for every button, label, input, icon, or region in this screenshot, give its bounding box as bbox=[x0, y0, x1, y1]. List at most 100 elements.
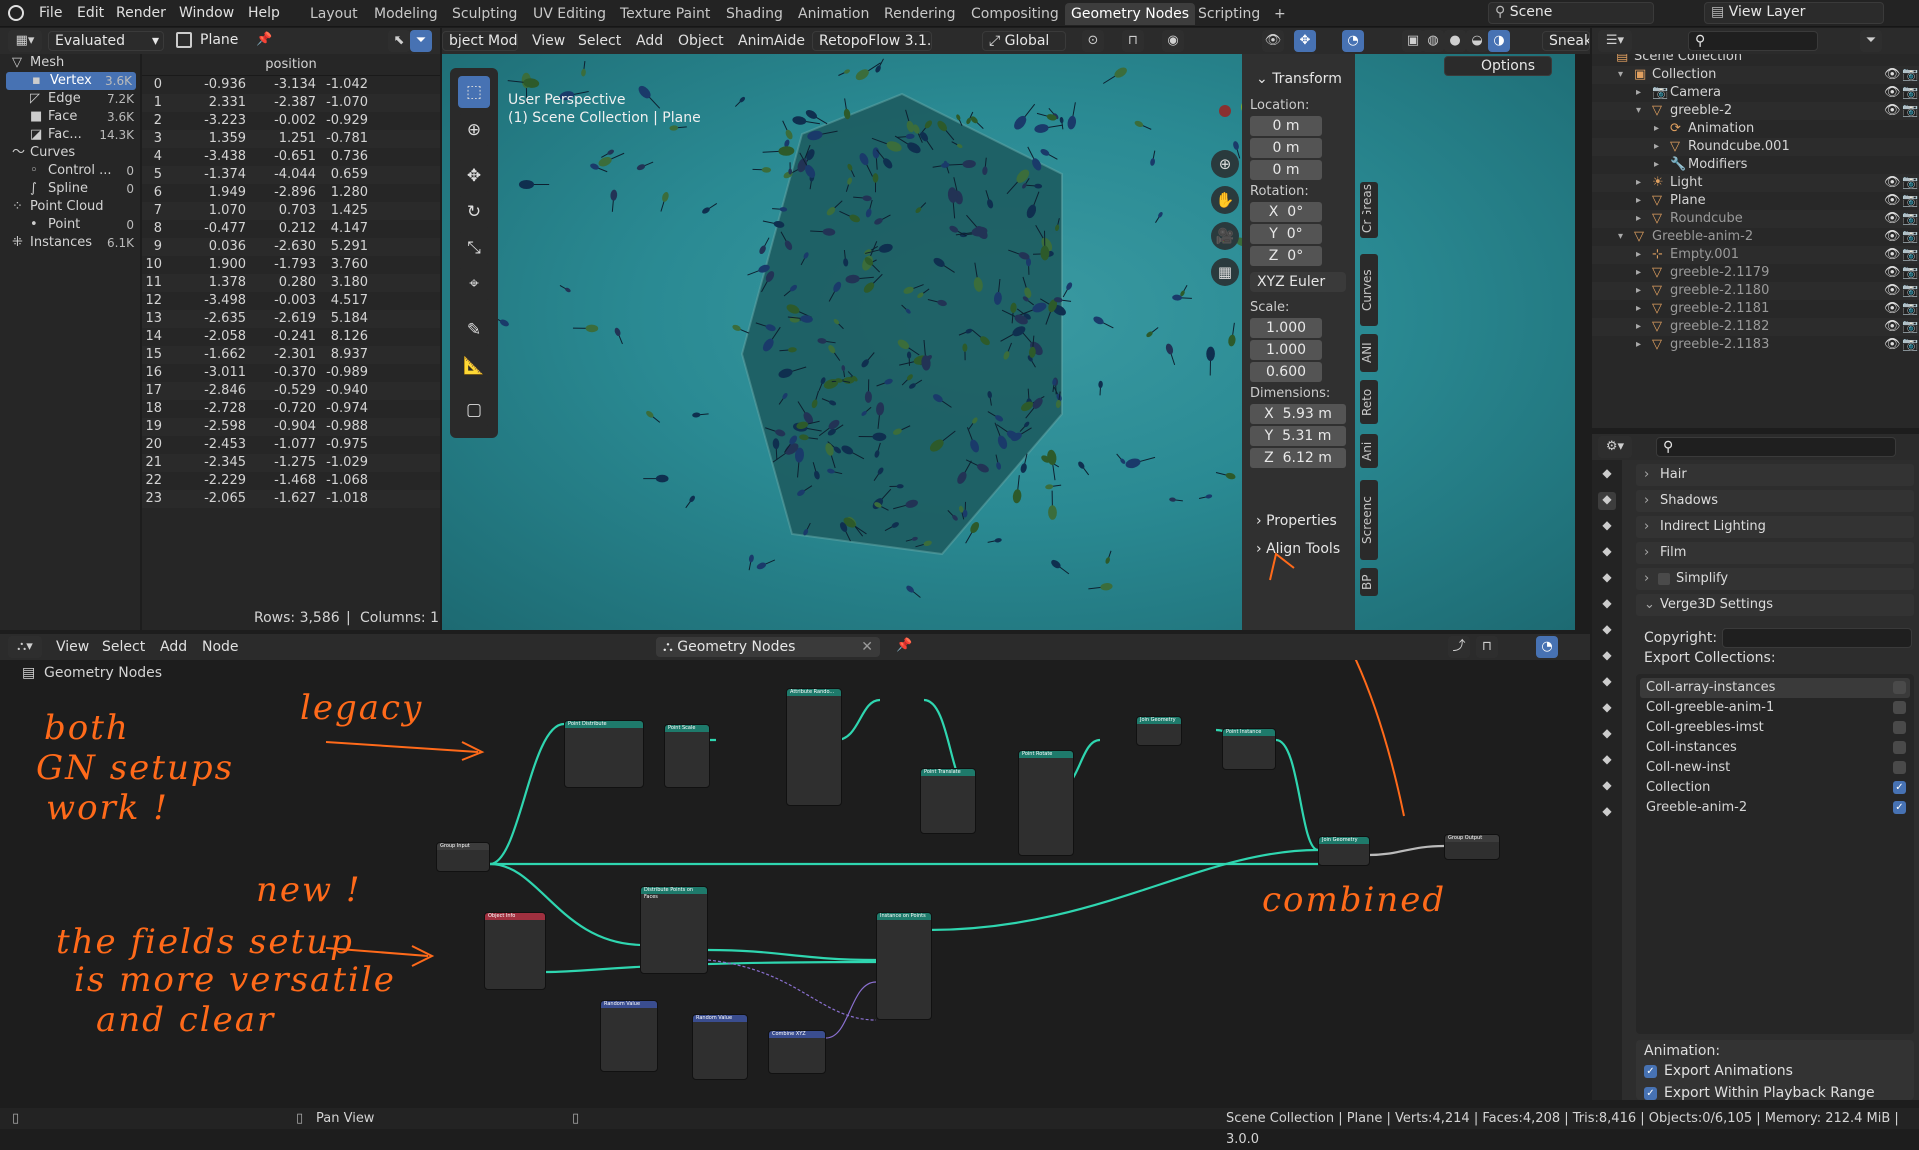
node-overlay-icon[interactable]: ◔ bbox=[1536, 636, 1558, 658]
eye-icon[interactable]: 👁 bbox=[1884, 210, 1901, 228]
view-layer-selector[interactable]: ▤ View Layer bbox=[1704, 2, 1884, 24]
eye-icon[interactable]: 👁 bbox=[1884, 336, 1901, 354]
render-camera-icon[interactable]: 📷 bbox=[1902, 282, 1918, 300]
disclosure-triangle-icon[interactable]: ▸ bbox=[1654, 156, 1659, 174]
eye-icon[interactable]: 👁 bbox=[1884, 192, 1901, 210]
domain-item[interactable]: ∫Spline0 bbox=[4, 180, 138, 198]
export-collection-item[interactable]: Collection✓ bbox=[1640, 778, 1910, 798]
scale-icon[interactable]: ⤡ bbox=[458, 232, 490, 264]
transform-orientation-dropdown[interactable]: ⤢ Global bbox=[982, 31, 1066, 51]
disclosure-triangle-icon[interactable]: ▸ bbox=[1636, 192, 1641, 210]
rotation-x-field[interactable]: X 0° bbox=[1250, 202, 1322, 222]
tab-layout[interactable]: Layout bbox=[304, 3, 364, 25]
location-y-field[interactable]: 0 m bbox=[1250, 138, 1322, 158]
outliner-item[interactable]: ▸⟳Animation bbox=[1592, 120, 1919, 138]
panel-film[interactable]: ›Film bbox=[1636, 542, 1914, 564]
viewport-menu-select[interactable]: Select bbox=[572, 31, 627, 51]
domain-item[interactable]: ◸Edge7.2K bbox=[4, 90, 138, 108]
pivot-icon[interactable]: ⊙ bbox=[1082, 30, 1104, 52]
modifier-icon[interactable]: ◆ bbox=[1598, 648, 1616, 666]
eye-icon[interactable]: 👁 bbox=[1884, 282, 1901, 300]
data-icon[interactable]: ◆ bbox=[1598, 752, 1616, 770]
render-camera-icon[interactable]: 📷 bbox=[1902, 192, 1918, 210]
collection-checkbox[interactable] bbox=[1893, 721, 1906, 734]
list-resize-handle[interactable] bbox=[1636, 1000, 1914, 1010]
shading-material-icon[interactable]: ◒ bbox=[1466, 30, 1488, 52]
render-camera-icon[interactable]: 📷 bbox=[1902, 84, 1918, 102]
location-x-field[interactable]: 0 m bbox=[1250, 116, 1322, 136]
collection-checkbox[interactable] bbox=[1893, 681, 1906, 694]
options-button[interactable]: Options bbox=[1444, 56, 1552, 78]
eye-icon[interactable]: 👁 bbox=[1884, 246, 1901, 264]
tab-geometry-nodes[interactable]: Geometry Nodes bbox=[1065, 3, 1195, 25]
disclosure-triangle-icon[interactable]: ▸ bbox=[1636, 174, 1641, 192]
shading-solid-icon[interactable]: ● bbox=[1444, 30, 1466, 52]
tab-uv-editing[interactable]: UV Editing bbox=[527, 3, 612, 25]
disclosure-triangle-icon[interactable]: ▸ bbox=[1636, 84, 1641, 102]
sidebar-tab-reto[interactable]: Reto bbox=[1360, 380, 1378, 424]
node-editor-type-icon[interactable]: ⛬▾ bbox=[8, 636, 42, 658]
pin-icon[interactable]: 📌 bbox=[256, 32, 272, 47]
eye-icon[interactable]: 👁 bbox=[1884, 174, 1901, 192]
visibility-icon[interactable]: 👁 bbox=[1262, 30, 1284, 52]
viewport-menu-add[interactable]: Add bbox=[630, 31, 669, 51]
node-snap-icon[interactable]: ⊓ bbox=[1476, 636, 1498, 658]
tab-compositing[interactable]: Compositing bbox=[965, 3, 1065, 25]
world-icon[interactable]: ◆ bbox=[1598, 596, 1616, 614]
overlay-toggle-icon[interactable]: ◔ bbox=[1342, 30, 1364, 52]
zoom-icon[interactable]: ⊕ bbox=[1211, 150, 1239, 178]
outliner-item[interactable]: ▸📷Camera👁📷 bbox=[1592, 84, 1919, 102]
properties-search-input[interactable]: ⚲ bbox=[1656, 437, 1896, 457]
option-checkbox[interactable]: ✓ bbox=[1644, 1065, 1657, 1078]
sidebar-tab-curves[interactable]: Curves bbox=[1360, 254, 1378, 326]
parent-node-icon[interactable]: ⤴ bbox=[1448, 636, 1470, 658]
eye-icon[interactable]: 👁 bbox=[1884, 66, 1901, 84]
collection-checkbox[interactable]: ✓ bbox=[1893, 801, 1906, 814]
animation-option[interactable]: ✓Export Animations bbox=[1644, 1060, 1914, 1082]
add-cube-icon[interactable]: ▢ bbox=[458, 394, 490, 426]
retopoflow-dropdown[interactable]: RetopoFlow 3.1.0 bbox=[812, 31, 932, 51]
snap-icon[interactable]: ⊓ bbox=[1122, 30, 1144, 52]
eye-icon[interactable]: 👁 bbox=[1884, 84, 1901, 102]
menu-window[interactable]: Window bbox=[173, 3, 240, 23]
disclosure-triangle-icon[interactable]: ▾ bbox=[1618, 66, 1623, 84]
node-menu-add[interactable]: Add bbox=[154, 637, 193, 657]
render-camera-icon[interactable]: 📷 bbox=[1902, 102, 1918, 120]
export-collection-item[interactable]: Coll-array-instances bbox=[1640, 678, 1910, 698]
menu-render[interactable]: Render bbox=[110, 3, 172, 23]
object-icon[interactable]: ◆ bbox=[1598, 622, 1616, 640]
rotation-y-field[interactable]: Y 0° bbox=[1250, 224, 1322, 244]
render-camera-icon[interactable]: 📷 bbox=[1902, 228, 1918, 246]
sidebar-tab-cr[interactable]: Cr bbox=[1360, 214, 1378, 238]
domain-item[interactable]: •Point0 bbox=[4, 216, 138, 234]
node-menu-node[interactable]: Node bbox=[196, 637, 245, 657]
pan-hand-icon[interactable]: ✋ bbox=[1211, 186, 1239, 214]
outliner-search-input[interactable]: ⚲ bbox=[1688, 31, 1818, 51]
domain-item[interactable]: ⁘Point Cloud bbox=[4, 198, 138, 216]
disclosure-triangle-icon[interactable]: ▸ bbox=[1636, 300, 1641, 318]
disclosure-triangle-icon[interactable]: ▾ bbox=[1618, 228, 1623, 246]
render-camera-icon[interactable]: 📷 bbox=[1902, 246, 1918, 264]
outliner-item[interactable]: ▸▽Plane👁📷 bbox=[1592, 192, 1919, 210]
outliner-editor-type-icon[interactable]: ☰▾ bbox=[1598, 30, 1632, 52]
scale-z-field[interactable]: 0.600 bbox=[1250, 362, 1322, 382]
eye-icon[interactable]: 👁 bbox=[1884, 228, 1901, 246]
move-icon[interactable]: ✥ bbox=[458, 160, 490, 192]
sidebar-tab-bp[interactable]: BP bbox=[1360, 568, 1378, 596]
outliner-item[interactable]: ▸☀Light👁📷 bbox=[1592, 174, 1919, 192]
transform-icon[interactable]: ⌖ bbox=[458, 268, 490, 300]
shading-wireframe-icon[interactable]: ◍ bbox=[1422, 30, 1444, 52]
location-z-field[interactable]: 0 m bbox=[1250, 160, 1322, 180]
disclosure-triangle-icon[interactable]: ▾ bbox=[1636, 102, 1641, 120]
sidebar-tab-screenc[interactable]: Screenc bbox=[1360, 480, 1378, 560]
render-camera-icon[interactable]: 📷 bbox=[1902, 300, 1918, 318]
domain-item[interactable]: ■Face3.6K bbox=[4, 108, 138, 126]
disclosure-triangle-icon[interactable]: ▸ bbox=[1636, 246, 1641, 264]
ortho-grid-icon[interactable]: ▦ bbox=[1211, 258, 1239, 286]
object-mode-dropdown[interactable]: bject Mod bbox=[442, 31, 518, 51]
panel-simplify[interactable]: ›Simplify bbox=[1636, 568, 1914, 590]
export-collection-item[interactable]: Coll-new-inst bbox=[1640, 758, 1910, 778]
outliner-item[interactable]: ▸▽greeble-2.1181👁📷 bbox=[1592, 300, 1919, 318]
collection-checkbox[interactable] bbox=[1893, 701, 1906, 714]
scene-icon[interactable]: ◆ bbox=[1598, 570, 1616, 588]
